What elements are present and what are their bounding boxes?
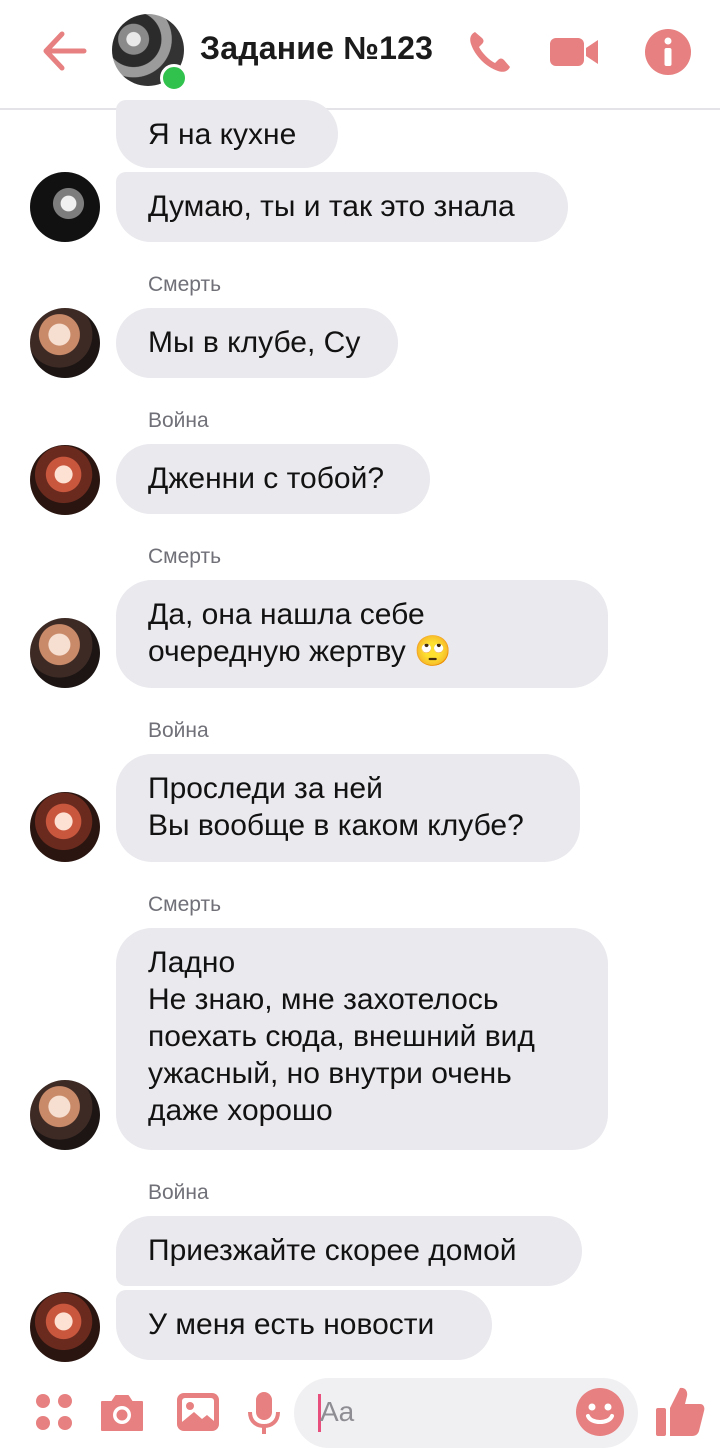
video-call-icon[interactable] [548, 26, 600, 78]
message-bubble[interactable]: Ладно Не знаю, мне захотелось поехать сю… [116, 928, 608, 1150]
phone-call-icon[interactable] [464, 26, 516, 78]
back-arrow-icon[interactable] [38, 28, 88, 74]
sender-name: Война [148, 409, 209, 432]
sender-name: Война [148, 1181, 209, 1204]
message-bubble[interactable]: Проследи за ней Вы вообще в каком клубе? [116, 754, 580, 862]
message-bubble[interactable]: Мы в клубе, Су [116, 308, 398, 378]
message-bubble[interactable]: Да, она нашла себе очередную жертву 🙄 [116, 580, 608, 688]
online-status-dot [160, 64, 188, 92]
sender-name: Смерть [148, 273, 222, 296]
sender-avatar[interactable] [30, 792, 100, 862]
microphone-icon[interactable] [240, 1388, 288, 1436]
sender-avatar[interactable] [30, 308, 100, 378]
info-icon[interactable] [642, 26, 694, 78]
sender-avatar[interactable] [30, 1292, 100, 1362]
message-bubble[interactable]: Я на кухне [116, 100, 338, 168]
sender-name: Смерть [148, 545, 222, 568]
message-bubble[interactable]: У меня есть новости [116, 1290, 492, 1360]
gallery-image-icon[interactable] [174, 1388, 222, 1436]
chat-title[interactable]: Задание №123 [200, 30, 433, 67]
sender-avatar[interactable] [30, 1080, 100, 1150]
emoji-smiley-icon[interactable] [574, 1386, 626, 1438]
message-bubble[interactable]: Думаю, ты и так это знала [116, 172, 568, 242]
chat-header: Задание №123 [0, 0, 720, 110]
apps-menu-icon[interactable] [30, 1388, 78, 1436]
sender-avatar[interactable] [30, 445, 100, 515]
message-input-placeholder: Aa [320, 1396, 355, 1427]
thumbs-up-icon[interactable] [654, 1384, 706, 1438]
sender-name: Война [148, 719, 209, 742]
message-bubble[interactable]: Приезжайте скорее домой [116, 1216, 582, 1286]
message-bubble[interactable]: Дженни с тобой? [116, 444, 430, 514]
sender-name: Смерть [148, 893, 222, 916]
sender-avatar[interactable] [30, 618, 100, 688]
sender-avatar[interactable] [30, 172, 100, 242]
camera-icon[interactable] [98, 1388, 146, 1436]
